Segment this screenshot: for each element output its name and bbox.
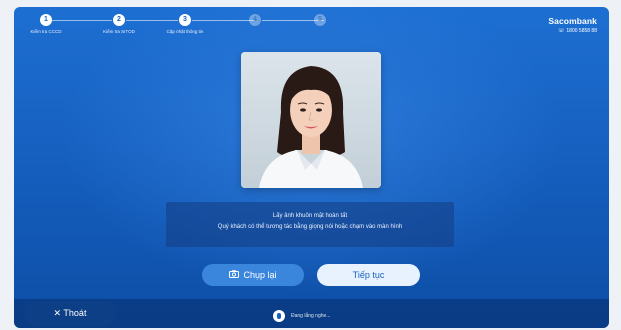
status-message-panel: Lấy ảnh khuôn mặt hoàn tất Quý khách có … [166, 202, 454, 247]
exit-button[interactable]: ✕ Thoát [24, 301, 116, 326]
step-2-label: Kiểm tra SITOD [103, 29, 135, 34]
portrait-photo-illustration [241, 52, 381, 188]
microphone-icon [273, 309, 285, 322]
phone-icon: ☏ [558, 28, 565, 34]
step-5-number: 5 [314, 14, 326, 26]
listening-text: Đang lắng nghe... [291, 312, 331, 319]
step-3: 3 Cập nhật thông tin [155, 14, 215, 34]
hotline-number: 1800 5858 88 [566, 28, 597, 34]
voice-listening-indicator: Đang lắng nghe... [273, 307, 331, 322]
step-3-label: Cập nhật thông tin [166, 29, 204, 34]
brand-header: Sacombank ☏ 1800 5858 88 [548, 16, 597, 34]
retake-button[interactable]: Chụp lại [202, 264, 304, 286]
brand-logo-text: Sacombank [548, 16, 597, 26]
step-5: 5 [290, 14, 350, 29]
kiosk-screen: 1 Kiểm tra CCCD 2 Kiểm tra SITOD 3 Cập n… [14, 7, 609, 328]
step-4: 4 [225, 14, 285, 29]
exit-button-label: ✕ Thoát [53, 308, 87, 318]
continue-button[interactable]: Tiếp tục [317, 264, 420, 286]
status-message-subtitle: Quý khách có thể tương tác bằng giọng nó… [217, 224, 403, 230]
camera-icon [229, 264, 240, 286]
progress-stepper: 1 Kiểm tra CCCD 2 Kiểm tra SITOD 3 Cập n… [30, 14, 354, 44]
retake-button-label: Chụp lại [243, 270, 277, 280]
step-1: 1 Kiểm tra CCCD [16, 14, 76, 34]
step-4-number: 4 [249, 14, 261, 26]
step-1-label: Kiểm tra CCCD [30, 29, 62, 34]
status-message-title: Lấy ảnh khuôn mặt hoàn tất [272, 213, 348, 219]
step-2-number: 2 [113, 14, 125, 26]
step-3-number: 3 [179, 14, 191, 26]
step-1-number: 1 [40, 14, 52, 26]
portrait-photo [241, 52, 381, 188]
step-2: 2 Kiểm tra SITOD [89, 14, 149, 34]
footer-bar: ✕ Thoát Đang lắng nghe... [14, 299, 609, 328]
hotline: ☏ 1800 5858 88 [548, 28, 597, 34]
continue-button-label: Tiếp tục [352, 270, 385, 280]
